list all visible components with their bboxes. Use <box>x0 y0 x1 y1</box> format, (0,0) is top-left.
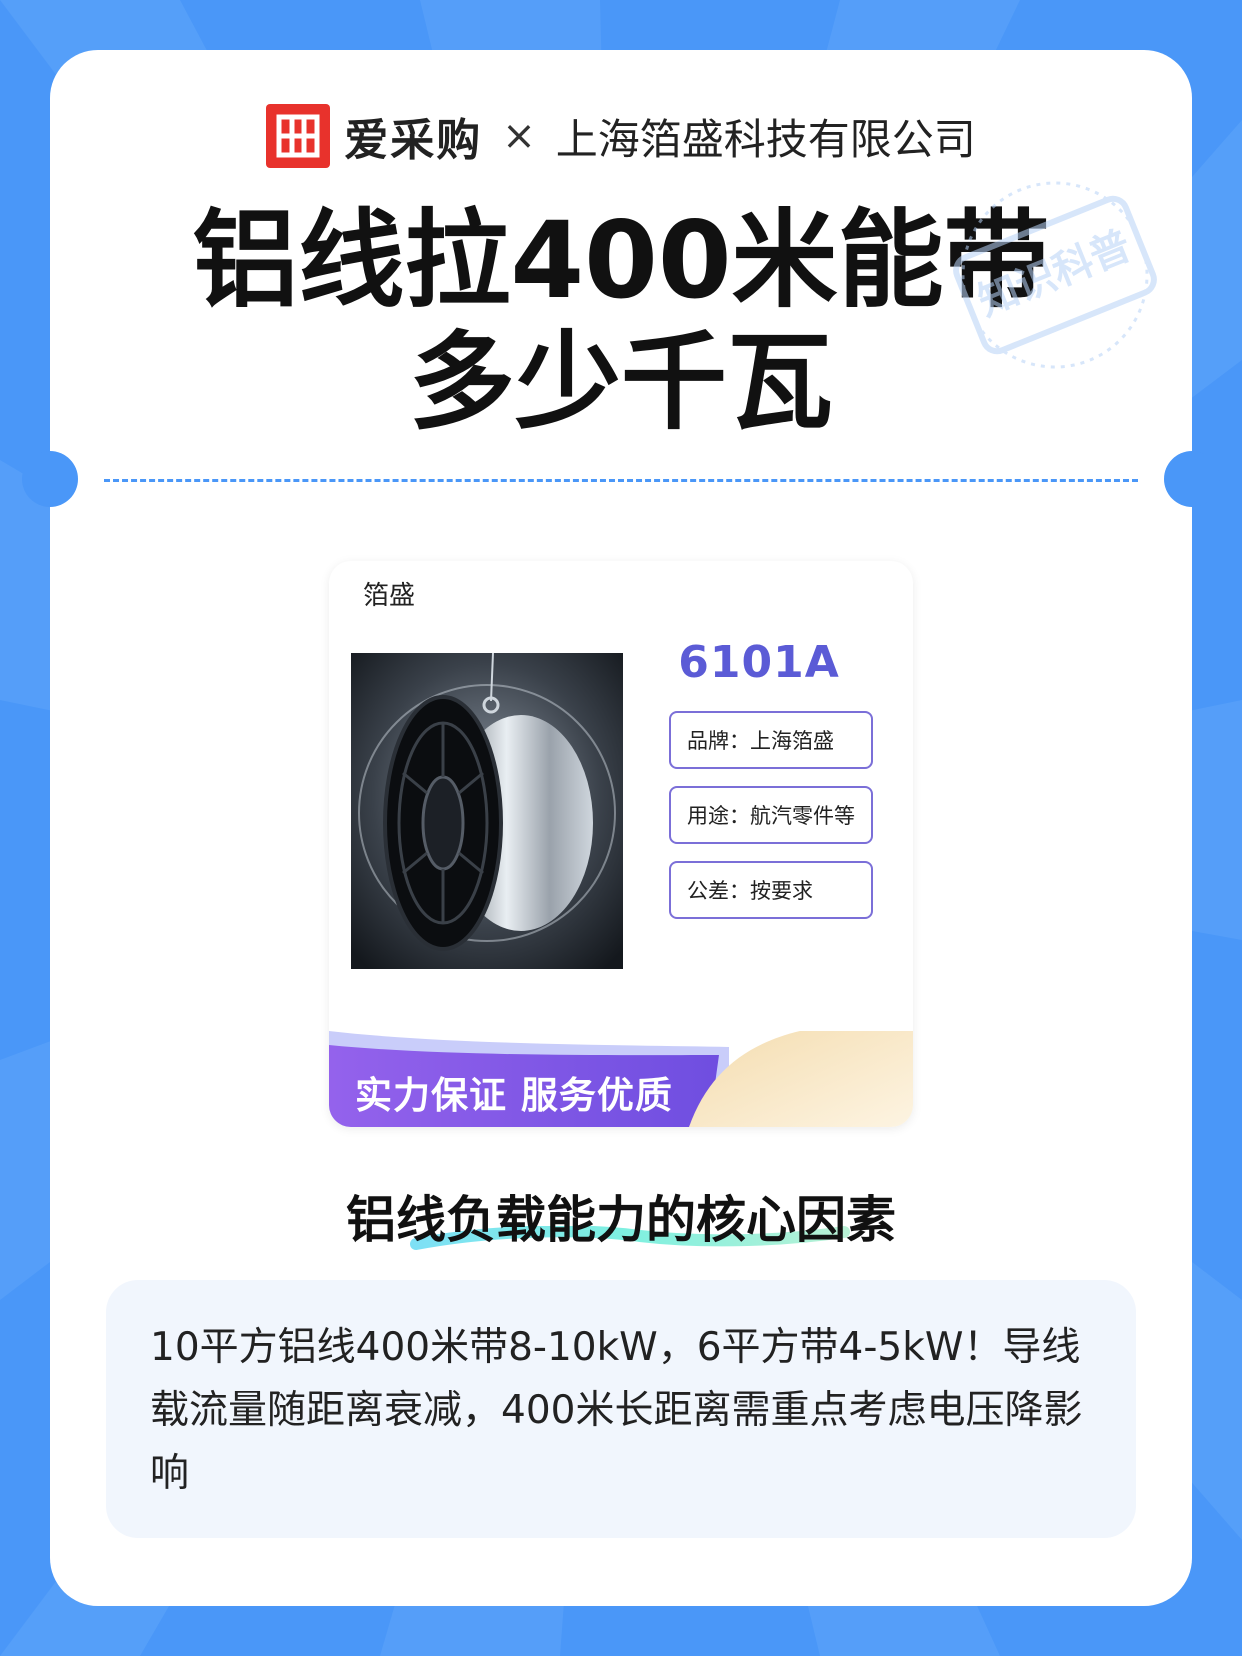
section-body: 10平方铝线400米带8-10kW，6平方带4-5kW！导线载流量随距离衰减，4… <box>150 1325 1083 1496</box>
product-slogan: 实力保证 服务优质 <box>355 1074 673 1117</box>
company-name: 上海箔盛科技有限公司 <box>555 114 976 164</box>
content-box: 10平方铝线400米带8-10kW，6平方带4-5kW！导线载流量随距离衰减，4… <box>106 1280 1136 1538</box>
dashed-divider <box>104 479 1138 482</box>
separator: × <box>502 113 536 159</box>
spec-tolerance: 公差：按要求 <box>669 861 873 919</box>
ticket-notch-right <box>1164 451 1220 507</box>
product-card[interactable]: 箔盛 6101A 品牌：上海箔盛 用途：航汽零件等 公差：按要求 实力保证 服务… <box>329 561 913 1127</box>
knowledge-stamp: 知识科普 <box>953 181 1157 369</box>
stamp-text: 知识科普 <box>972 223 1138 326</box>
product-brand: 箔盛 <box>363 581 416 611</box>
brand-name: 爱采购 <box>344 115 483 166</box>
aicaigou-logo-icon <box>266 104 331 168</box>
aluminum-wire-spool-image <box>351 653 623 969</box>
header: 爱采购 × 上海箔盛科技有限公司 <box>0 104 1242 168</box>
section-heading: 铝线负载能力的核心因素 <box>346 1191 896 1249</box>
ticket-notch-left <box>22 451 78 507</box>
spec-usage: 用途：航汽零件等 <box>669 786 873 844</box>
spec-brand: 品牌：上海箔盛 <box>669 711 873 769</box>
product-model: 6101A <box>678 637 840 688</box>
